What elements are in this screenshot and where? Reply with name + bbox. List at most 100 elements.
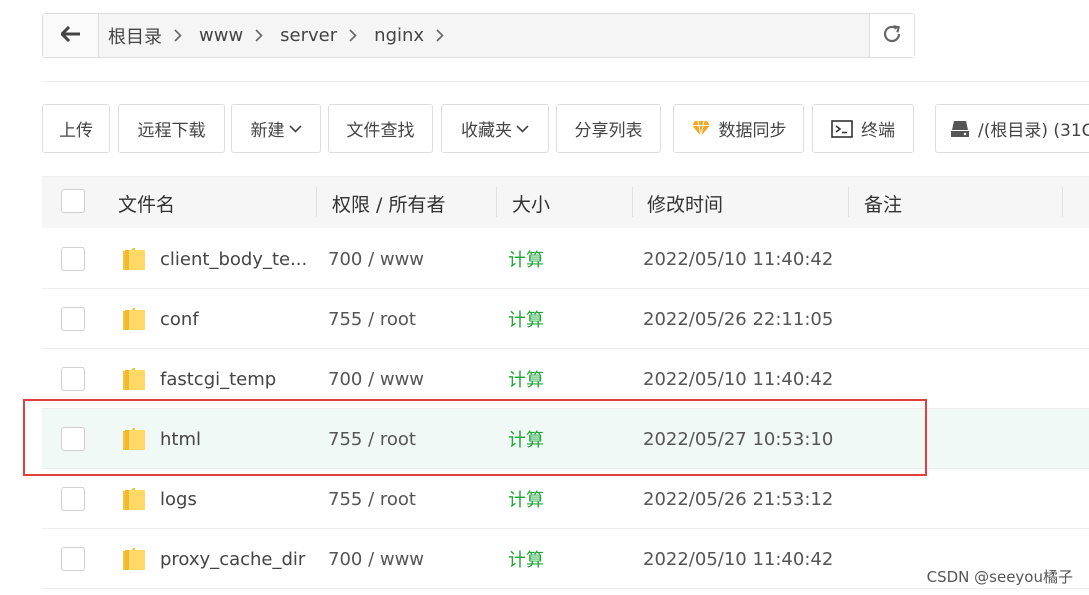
breadcrumb-item-server[interactable]: server [280, 25, 374, 46]
file-permission[interactable]: 700 / www [328, 349, 424, 409]
column-header-mtime[interactable]: 修改时间 [647, 177, 723, 229]
file-mtime: 2022/05/10 11:40:42 [643, 368, 834, 390]
file-name[interactable]: client_body_te... [160, 229, 307, 289]
new-label: 新建 [250, 121, 285, 141]
remote-download-label: 远程下载 [137, 121, 206, 141]
disk-selector-button[interactable]: /(根目录) (31G [935, 104, 1089, 153]
calculate-size-link[interactable]: 计算 [508, 229, 544, 289]
data-sync-button[interactable]: 数据同步 [673, 104, 804, 153]
file-name[interactable]: conf [160, 289, 199, 349]
chevron-right-icon [255, 29, 263, 42]
breadcrumb-label: server [280, 25, 338, 46]
file-permission[interactable]: 700 / www [328, 229, 424, 289]
watermark: CSDN @seeyou橘子 [926, 568, 1073, 586]
diamond-icon [691, 120, 711, 137]
share-list-button[interactable]: 分享列表 [556, 104, 661, 153]
file-permission[interactable]: 755 / root [328, 289, 416, 349]
column-header-label: 修改时间 [647, 193, 724, 216]
table-row[interactable]: logs 755 / root 计算 2022/05/26 21:53:12 [42, 469, 1089, 529]
column-header-name[interactable]: 文件名 [118, 177, 175, 229]
folder-icon [121, 486, 147, 516]
table-row-highlighted[interactable]: html 755 / root 计算 2022/05/27 10:53:10 [42, 409, 1089, 469]
file-name[interactable]: logs [160, 469, 197, 529]
file-name[interactable]: html [160, 409, 201, 469]
row-checkbox[interactable] [61, 307, 85, 331]
terminal-button[interactable]: 终端 [812, 104, 914, 153]
breadcrumb: 根目录 www server nginx [99, 14, 869, 57]
folder-icon [121, 246, 147, 276]
folder-icon [121, 306, 147, 336]
file-permission[interactable]: 755 / root [328, 469, 416, 529]
column-header-label: 备注 [864, 193, 903, 216]
chevron-right-icon [349, 29, 357, 42]
refresh-icon [881, 23, 903, 49]
chevron-down-icon [288, 124, 302, 133]
table-header: 文件名 权限 / 所有者 大小 修改时间 备注 [42, 176, 1089, 228]
share-list-label: 分享列表 [574, 121, 643, 141]
row-checkbox[interactable] [61, 427, 85, 451]
folder-icon [121, 366, 147, 396]
file-search-label: 文件查找 [346, 121, 415, 141]
file-mtime: 2022/05/10 11:40:42 [643, 548, 834, 570]
breadcrumb-label: nginx [374, 25, 425, 46]
chevron-right-icon [174, 29, 182, 42]
select-all-checkbox[interactable] [61, 189, 85, 213]
calculate-size-link[interactable]: 计算 [508, 469, 544, 529]
folder-icon [121, 546, 147, 576]
table-row[interactable]: conf 755 / root 计算 2022/05/26 22:11:05 [42, 289, 1089, 349]
file-permission[interactable]: 755 / root [328, 409, 416, 469]
divider [42, 81, 1089, 82]
breadcrumb-item-www[interactable]: www [199, 25, 280, 46]
column-header-note: 备注 [864, 177, 902, 229]
file-mtime: 2022/05/10 11:40:42 [643, 248, 834, 270]
file-mtime: 2022/05/27 10:53:10 [643, 428, 834, 450]
calculate-size-link[interactable]: 计算 [508, 409, 544, 469]
row-checkbox[interactable] [61, 247, 85, 271]
file-name[interactable]: fastcgi_temp [160, 349, 276, 409]
breadcrumb-label: www [199, 25, 244, 46]
disk-label: /(根目录) (31G [978, 121, 1089, 141]
file-mtime: 2022/05/26 21:53:12 [643, 488, 834, 510]
column-divider [496, 187, 497, 217]
file-name[interactable]: proxy_cache_dir [160, 529, 305, 589]
refresh-button[interactable] [869, 14, 914, 57]
data-sync-label: 数据同步 [718, 121, 787, 141]
row-checkbox[interactable] [61, 487, 85, 511]
breadcrumb-label: 根目录 [108, 26, 162, 48]
favorites-dropdown-button[interactable]: 收藏夹 [441, 104, 549, 153]
favorites-label: 收藏夹 [461, 121, 512, 141]
column-divider [848, 187, 849, 217]
file-permission[interactable]: 700 / www [328, 529, 424, 589]
upload-label: 上传 [59, 121, 93, 141]
terminal-label: 终端 [861, 121, 895, 141]
chevron-right-icon [436, 29, 444, 42]
terminal-icon [831, 119, 853, 138]
column-header-size[interactable]: 大小 [512, 177, 550, 229]
file-search-button[interactable]: 文件查找 [328, 104, 433, 153]
back-button[interactable] [43, 14, 99, 57]
chevron-down-icon [516, 124, 529, 133]
file-mtime: 2022/05/26 22:11:05 [643, 308, 834, 330]
row-checkbox[interactable] [61, 367, 85, 391]
table-row[interactable]: client_body_te... 700 / www 计算 2022/05/1… [42, 229, 1089, 289]
hard-drive-icon [950, 120, 970, 138]
calculate-size-link[interactable]: 计算 [508, 289, 544, 349]
path-bar: 根目录 www server nginx [42, 13, 915, 58]
breadcrumb-item-nginx[interactable]: nginx [374, 25, 461, 46]
column-header-label: 大小 [512, 193, 551, 216]
column-divider [316, 187, 317, 217]
remote-download-button[interactable]: 远程下载 [118, 104, 225, 153]
upload-button[interactable]: 上传 [42, 104, 110, 153]
row-checkbox[interactable] [61, 547, 85, 571]
breadcrumb-item-root[interactable]: 根目录 [108, 23, 199, 49]
arrow-left-icon [59, 25, 81, 46]
calculate-size-link[interactable]: 计算 [508, 529, 544, 589]
column-header-label: 权限 / 所有者 [332, 193, 446, 216]
column-header-perm[interactable]: 权限 / 所有者 [332, 177, 445, 229]
column-divider [632, 187, 633, 217]
new-dropdown-button[interactable]: 新建 [231, 104, 321, 153]
folder-icon [121, 426, 147, 456]
calculate-size-link[interactable]: 计算 [508, 349, 544, 409]
column-divider [1062, 187, 1063, 217]
table-row[interactable]: fastcgi_temp 700 / www 计算 2022/05/10 11:… [42, 349, 1089, 409]
